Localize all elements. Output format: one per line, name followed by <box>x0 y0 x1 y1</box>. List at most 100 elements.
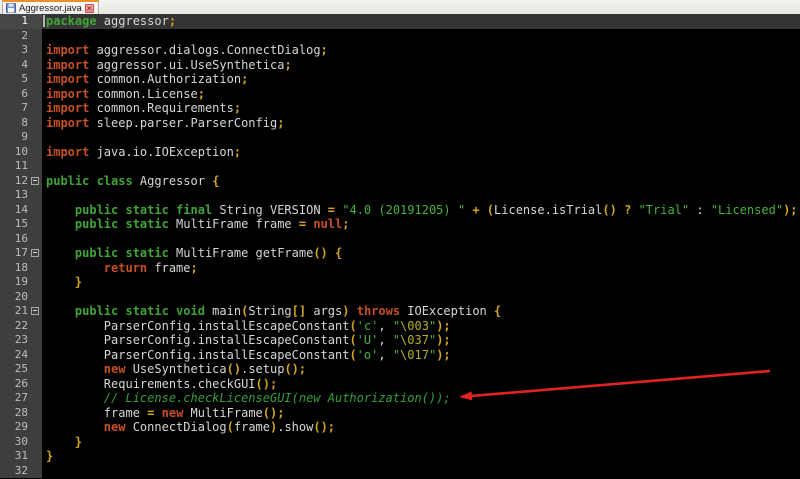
token-p: ; <box>234 101 241 115</box>
code-text[interactable] <box>42 188 800 203</box>
code-text[interactable]: import common.Authorization; <box>42 72 800 87</box>
token-t: aggressor.dialogs.ConnectDialog <box>89 43 320 57</box>
line-number: 5 <box>0 72 30 87</box>
fold-strip <box>30 101 42 116</box>
token-p: () <box>313 246 327 260</box>
code-area[interactable]: 1package aggressor;23import aggressor.di… <box>0 14 800 479</box>
token-t: : <box>689 203 711 217</box>
line-number: 18 <box>0 261 30 276</box>
token-t: frame <box>104 406 147 420</box>
token-t <box>46 319 104 333</box>
code-text[interactable] <box>42 159 800 174</box>
code-line: 2 <box>0 29 800 44</box>
close-icon[interactable]: ✕ <box>85 4 94 13</box>
fold-strip <box>30 232 42 247</box>
code-line: 25 new UseSynthetica().setup(); <box>0 362 800 377</box>
token-s: "4.0 (20191205) " <box>342 203 465 217</box>
tab-aggressor-java[interactable]: Aggressor.java ✕ <box>2 0 99 14</box>
code-text[interactable]: public static MultiFrame getFrame() { <box>42 246 800 261</box>
token-p: ; <box>342 217 349 231</box>
fold-collapse-icon[interactable] <box>31 307 39 315</box>
line-number: 2 <box>0 29 30 44</box>
code-text[interactable]: return frame; <box>42 261 800 276</box>
line-number: 25 <box>0 362 30 377</box>
code-line: 8 import sleep.parser.ParserConfig; <box>0 116 800 131</box>
token-s: " <box>393 348 400 362</box>
code-line: 4import aggressor.ui.UseSynthetica; <box>0 58 800 73</box>
code-text[interactable]: } <box>42 449 800 464</box>
code-line: 12public class Aggressor { <box>0 174 800 189</box>
token-i: import <box>46 145 89 159</box>
code-text[interactable]: ParserConfig.installEscapeConstant('c', … <box>42 319 800 334</box>
code-text[interactable]: import java.io.IOException; <box>42 145 800 160</box>
code-line: 15 public static MultiFrame frame = null… <box>0 217 800 232</box>
code-line: 30 } <box>0 435 800 450</box>
code-line: 21 public static void main(String[] args… <box>0 304 800 319</box>
code-line: 20 <box>0 290 800 305</box>
code-text[interactable]: import common.License; <box>42 87 800 102</box>
code-text[interactable]: import sleep.parser.ParserConfig; <box>42 116 800 131</box>
token-s: 'U' <box>357 333 379 347</box>
code-text[interactable]: public class Aggressor { <box>42 174 800 189</box>
token-p: } <box>75 435 82 449</box>
fold-strip <box>30 43 42 58</box>
code-text[interactable]: public static MultiFrame frame = null; <box>42 217 800 232</box>
code-text[interactable]: ParserConfig.installEscapeConstant('U', … <box>42 333 800 348</box>
code-text[interactable]: import aggressor.ui.UseSynthetica; <box>42 58 800 73</box>
code-text[interactable]: new ConnectDialog(frame).show(); <box>42 420 800 435</box>
line-number: 22 <box>0 319 30 334</box>
line-number: 24 <box>0 348 30 363</box>
code-text[interactable] <box>42 232 800 247</box>
code-line: 1package aggressor; <box>0 14 800 29</box>
code-text[interactable]: package aggressor; <box>42 14 800 29</box>
code-text[interactable]: // License.checkLicenseGUI(new Authoriza… <box>42 391 800 406</box>
token-t <box>46 406 104 420</box>
token-t: aggressor <box>97 14 169 28</box>
code-text[interactable] <box>42 29 800 44</box>
token-i: new <box>104 420 126 434</box>
code-text[interactable]: public static final String VERSION = "4.… <box>42 203 800 218</box>
line-number: 13 <box>0 188 30 203</box>
code-text[interactable]: new UseSynthetica().setup(); <box>42 362 800 377</box>
token-t <box>46 420 104 434</box>
code-text[interactable]: public static void main(String[] args) t… <box>42 304 800 319</box>
token-p: + <box>472 203 479 217</box>
code-text[interactable]: import common.Requirements; <box>42 101 800 116</box>
code-text[interactable]: Requirements.checkGUI(); <box>42 377 800 392</box>
token-p: } <box>75 275 82 289</box>
code-line: 24 ParserConfig.installEscapeConstant('o… <box>0 348 800 363</box>
code-text[interactable] <box>42 130 800 145</box>
code-text[interactable]: frame = new MultiFrame(); <box>42 406 800 421</box>
fold-collapse-icon[interactable] <box>31 249 39 257</box>
token-t: MultiFrame frame <box>169 217 299 231</box>
token-p: ; <box>234 145 241 159</box>
fold-strip <box>30 188 42 203</box>
code-line: 28 frame = new MultiFrame(); <box>0 406 800 421</box>
code-text[interactable] <box>42 464 800 479</box>
line-number: 9 <box>0 130 30 145</box>
line-number: 8 <box>0 116 30 131</box>
token-i: import <box>46 72 89 86</box>
code-text[interactable]: ParserConfig.installEscapeConstant('o', … <box>42 348 800 363</box>
token-t <box>46 377 104 391</box>
code-text[interactable]: } <box>42 275 800 290</box>
fold-collapse-icon[interactable] <box>31 177 39 185</box>
token-t <box>46 246 75 260</box>
code-line: 23 ParserConfig.installEscapeConstant('U… <box>0 333 800 348</box>
token-t: aggressor.ui.UseSynthetica <box>89 58 284 72</box>
line-number: 7 <box>0 101 30 116</box>
token-p: [] <box>292 304 306 318</box>
token-t: MultiFrame <box>183 406 262 420</box>
token-p: (); <box>256 377 278 391</box>
line-number: 10 <box>0 145 30 160</box>
token-t: UseSynthetica <box>125 362 226 376</box>
code-line: 32 <box>0 464 800 479</box>
token-k: public static final <box>75 203 212 217</box>
code-text[interactable]: } <box>42 435 800 450</box>
token-p: () <box>227 362 241 376</box>
token-p: ( <box>487 203 494 217</box>
code-text[interactable] <box>42 290 800 305</box>
code-text[interactable]: import aggressor.dialogs.ConnectDialog; <box>42 43 800 58</box>
token-p: { <box>212 174 219 188</box>
code-line: 9 <box>0 130 800 145</box>
